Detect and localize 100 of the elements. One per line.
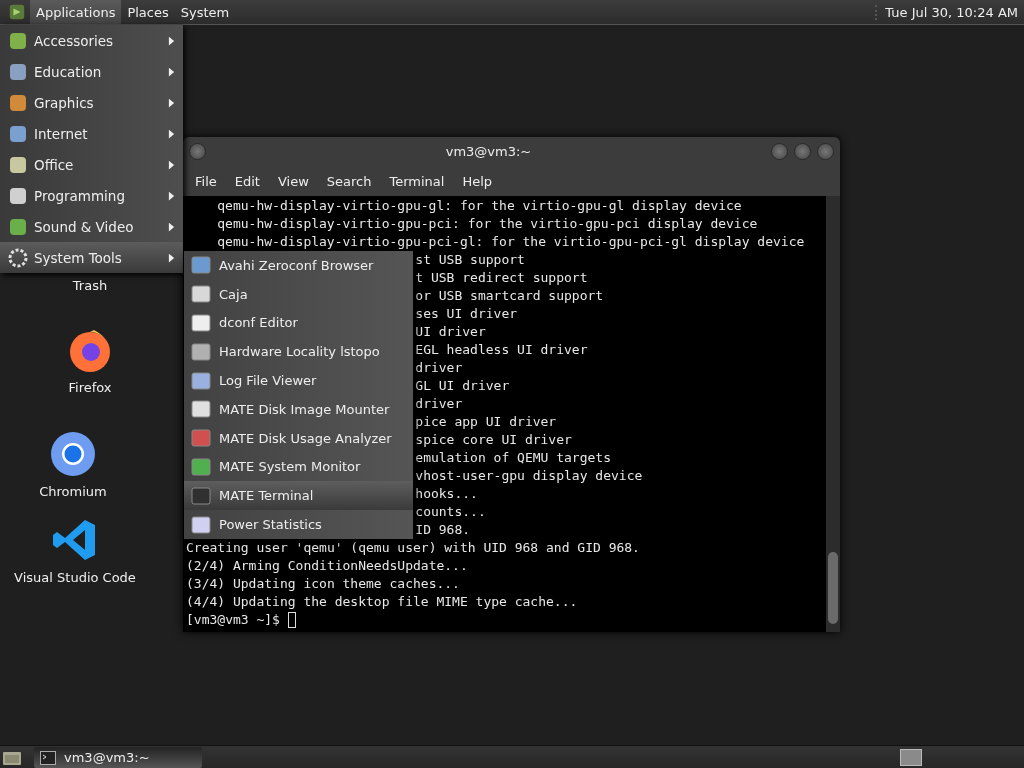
menu-item[interactable]: Help — [454, 173, 501, 189]
category-icon — [8, 154, 28, 175]
submenu-arrow-icon — [168, 128, 175, 139]
menu-item[interactable]: Avahi Zeroconf Browser — [184, 251, 413, 280]
submenu-arrow-icon — [168, 35, 175, 46]
window-menu-button[interactable] — [189, 143, 206, 160]
terminal-line: hooks... — [415, 485, 478, 503]
app-icon — [191, 284, 211, 305]
icon-label: Firefox — [68, 380, 112, 395]
minimize-button[interactable] — [771, 143, 788, 160]
category-icon — [8, 123, 28, 144]
terminal-line: driver — [415, 395, 463, 413]
window-title: vm3@vm3:~ — [444, 144, 533, 159]
app-icon — [191, 456, 211, 477]
show-desktop-icon[interactable] — [2, 749, 22, 766]
terminal-line: UI driver — [415, 323, 486, 341]
menu-item[interactable]: File — [187, 173, 225, 189]
submenu-arrow-icon — [168, 159, 175, 170]
chromium-logo-icon — [49, 430, 97, 478]
menu-item[interactable]: Hardware Locality lstopo — [184, 337, 413, 367]
menu-item[interactable]: MATE Disk Image Mounter — [184, 395, 413, 424]
terminal-line: (4/4) Updating the desktop file MIME type cache... — [186, 593, 578, 611]
text-cursor — [287, 612, 296, 628]
menu-item[interactable]: MATE System Monitor — [184, 452, 413, 482]
terminal-line: t USB redirect support — [415, 269, 588, 287]
terminal-line: Creating user 'qemu' (qemu user) with UID 968 and GID 968. — [186, 539, 640, 557]
icon-label: Visual Studio Code — [14, 570, 136, 585]
terminal-line: or USB smartcard support — [415, 287, 604, 305]
app-icon — [191, 313, 211, 333]
terminal-line: pice app UI driver — [415, 413, 557, 431]
menu-item[interactable]: Education — [0, 56, 183, 87]
menu-item[interactable]: Terminal — [381, 173, 453, 189]
terminal-line: ses UI driver — [415, 305, 518, 323]
panel-menu[interactable]: Places — [121, 0, 175, 24]
icon-label: Chromium — [39, 484, 107, 499]
category-icon — [8, 30, 28, 51]
terminal-line: (2/4) Arming ConditionNeedsUpdate... — [186, 557, 468, 575]
clock[interactable]: Tue Jul 30, 10:24 AM — [875, 4, 1018, 20]
menu-item[interactable]: dconf Editor — [184, 308, 413, 338]
desktop-icon[interactable]: Trash — [10, 272, 170, 300]
desktop-icon[interactable]: Chromium — [0, 430, 153, 500]
submenu-arrow-icon — [168, 221, 175, 232]
terminal-line: qemu-hw-display-virtio-gpu-pci-gl: for the virtio-gpu-pci-gl display device — [216, 233, 805, 251]
submenu-arrow-icon — [168, 97, 175, 108]
terminal-line: GL UI driver — [415, 377, 510, 395]
menu-item[interactable]: Power Statistics — [184, 510, 413, 539]
terminal-prompt: [vm3@vm3 ~]$ — [186, 611, 280, 629]
terminal-line: EGL headless UI driver — [415, 341, 588, 359]
menu-item[interactable]: Caja — [184, 279, 413, 309]
app-icon — [191, 485, 211, 506]
workspace-switcher[interactable] — [900, 749, 922, 766]
menu-item[interactable]: Accessories — [0, 25, 183, 56]
category-icon — [8, 92, 28, 113]
menu-item[interactable]: View — [269, 173, 317, 189]
app-icon — [191, 514, 211, 535]
app-icon — [191, 370, 211, 391]
menu-item[interactable]: Office — [0, 149, 183, 180]
menu-item[interactable]: System Tools — [0, 242, 183, 273]
panel-menu[interactable]: Applications — [30, 0, 122, 24]
menu-item[interactable]: Programming — [0, 180, 183, 211]
terminal-line: driver — [415, 359, 463, 377]
terminal-icon — [40, 750, 56, 765]
submenu-arrow-icon — [168, 66, 175, 77]
desktop-icon[interactable]: Firefox — [10, 326, 170, 406]
logo-icon[interactable] — [8, 3, 26, 21]
category-icon — [8, 247, 28, 268]
menu-item[interactable]: Internet — [0, 118, 183, 149]
panel-menu[interactable]: System — [174, 0, 236, 24]
terminal-line: qemu-hw-display-virtio-gpu-pci: for the virtio-gpu-pci display device — [216, 215, 758, 233]
close-button[interactable] — [817, 143, 834, 160]
menu-item[interactable]: Edit — [226, 173, 268, 189]
submenu-arrow-icon — [168, 190, 175, 201]
menu-item[interactable]: Graphics — [0, 87, 183, 118]
category-icon — [8, 185, 28, 206]
menu-item[interactable]: MATE Disk Usage Analyzer — [184, 423, 413, 453]
app-icon — [191, 428, 211, 449]
menu-item[interactable]: MATE Terminal — [184, 481, 413, 511]
terminal-line: vhost-user-gpu display device — [415, 467, 643, 485]
terminal-line: (3/4) Updating icon theme caches... — [186, 575, 460, 593]
menu-item[interactable]: Sound & Video — [0, 211, 183, 242]
taskbar-button[interactable]: vm3@vm3:~ — [34, 747, 202, 768]
icon-label: Trash — [72, 278, 108, 293]
app-icon — [191, 341, 211, 362]
app-icon — [191, 255, 211, 276]
category-icon — [8, 61, 28, 82]
terminal-line: ID 968. — [415, 521, 471, 539]
app-icon — [191, 399, 211, 420]
menu-item[interactable]: Log File Viewer — [184, 366, 413, 395]
terminal-line: counts... — [415, 503, 486, 521]
desktop-icon[interactable]: Visual Studio Code — [0, 516, 155, 586]
menu-item[interactable]: Search — [318, 173, 380, 189]
terminal-line: qemu-hw-display-virtio-gpu-gl: for the virtio-gpu-gl display device — [216, 197, 742, 215]
terminal-line: spice core UI driver — [415, 431, 572, 449]
scrollbar[interactable] — [826, 196, 840, 632]
submenu-arrow-icon — [168, 252, 175, 263]
scrollbar-thumb[interactable] — [828, 552, 838, 624]
terminal-line: st USB support — [415, 251, 525, 269]
terminal-line: emulation of QEMU targets — [415, 449, 611, 467]
category-icon — [8, 216, 28, 237]
maximize-button[interactable] — [794, 143, 811, 160]
